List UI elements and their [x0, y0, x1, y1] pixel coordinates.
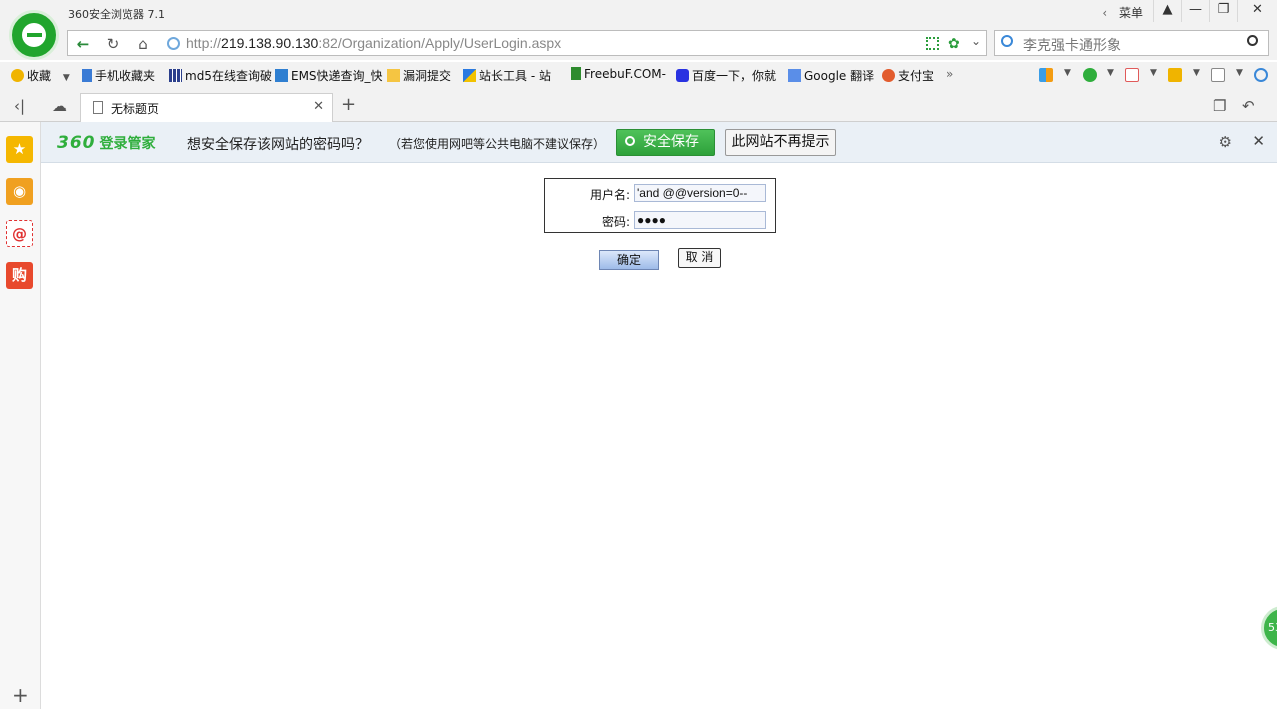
- qr-code-icon[interactable]: [926, 37, 939, 50]
- save-password-question: 想安全保存该网站的密码吗？: [187, 137, 369, 153]
- screenshot-icon[interactable]: [1168, 68, 1182, 82]
- webmaster-icon: [463, 69, 476, 82]
- page-icon: [93, 101, 103, 114]
- freebuf-icon: [571, 67, 581, 80]
- gear-icon[interactable]: ⚙: [1219, 133, 1232, 151]
- refresh-icon[interactable]: ↻: [100, 34, 126, 54]
- shopping-icon[interactable]: 购: [6, 262, 33, 289]
- search-box[interactable]: 李克强卡通形象: [994, 30, 1269, 56]
- bookmark-baidu[interactable]: 百度一下，你就: [676, 67, 776, 84]
- weibo-icon[interactable]: ◉: [6, 178, 33, 205]
- username-field[interactable]: 'and @@version=0--: [634, 184, 766, 202]
- minimize-button[interactable]: —: [1181, 0, 1209, 22]
- password-manager-logo: 360 登录管家: [57, 133, 156, 153]
- mail-icon[interactable]: @: [6, 220, 33, 247]
- menu-label[interactable]: 菜单: [1119, 6, 1143, 20]
- bookmark-webmaster[interactable]: 站长工具 - 站: [463, 67, 551, 84]
- username-row: 用户名: 'and @@version=0--: [545, 181, 775, 203]
- bookmark-google-translate[interactable]: Google 翻译: [788, 67, 874, 84]
- never-for-site-button[interactable]: 此网站不再提示: [725, 129, 836, 156]
- bookmark-favorites[interactable]: 收藏 ▼: [11, 67, 70, 84]
- password-field[interactable]: ●●●●: [634, 211, 766, 229]
- alipay-icon: [882, 69, 895, 82]
- tab-untitled[interactable]: 无标题页 ✕: [80, 93, 333, 123]
- bookmark-ems[interactable]: EMS快递查询_快: [275, 67, 383, 84]
- close-window-button[interactable]: ✕: [1237, 0, 1277, 22]
- translate-icon: [788, 69, 801, 82]
- left-sidebar: ★ ◉ @ 购 +: [0, 122, 41, 709]
- image-dropdown-icon[interactable]: ▼: [1236, 68, 1243, 78]
- leaf-icon[interactable]: ✿: [948, 36, 960, 52]
- search-icon[interactable]: [1247, 35, 1258, 46]
- restore-button[interactable]: ❐: [1209, 0, 1237, 22]
- password-label: 密码:: [601, 215, 630, 229]
- grid-icon: [169, 69, 182, 82]
- floating-speed-badge[interactable]: 53: [1261, 606, 1277, 650]
- cloud-icon[interactable]: ☁: [52, 97, 67, 115]
- cancel-button[interactable]: 取 消: [678, 248, 721, 268]
- home-icon[interactable]: ⌂: [130, 34, 156, 54]
- new-tab-icon[interactable]: +: [341, 94, 356, 115]
- folder-icon: [387, 69, 400, 82]
- apps-icon[interactable]: [1039, 68, 1053, 82]
- add-sidebar-icon[interactable]: +: [12, 683, 29, 707]
- public-computer-hint: （若您使用网吧等公共电脑不建议保存）: [389, 137, 606, 151]
- login-form: 用户名: 'and @@version=0-- 密码: ●●●●: [544, 178, 776, 233]
- phone-icon: [82, 69, 92, 82]
- chevron-down-icon[interactable]: ⌄: [971, 34, 981, 48]
- screenshot-dropdown-icon[interactable]: ▼: [1193, 68, 1200, 78]
- sidebar-toggle-icon[interactable]: ‹|: [14, 97, 25, 115]
- apps-dropdown-icon[interactable]: ▼: [1064, 68, 1071, 78]
- ems-icon: [275, 69, 288, 82]
- save-password-button[interactable]: 安全保存: [616, 129, 715, 156]
- address-bar[interactable]: ← ↻ ⌂ http://219.138.90.130:82/Organizat…: [67, 30, 987, 56]
- bookmark-md5[interactable]: md5在线查询破: [169, 67, 272, 84]
- tab-list-icon[interactable]: ❐: [1213, 97, 1226, 115]
- title-bar: 360安全浏览器 7.1 ‹ 菜单 ▲ — ❐ ✕: [0, 0, 1277, 28]
- key-icon: [625, 136, 635, 146]
- globe-icon: [167, 37, 180, 50]
- bookmark-freebuf[interactable]: FreebuF.COM-: [571, 67, 666, 81]
- tab-strip: ‹| ☁ 无标题页 ✕ + ❐ ↶: [0, 90, 1277, 123]
- close-icon[interactable]: ✕: [1252, 132, 1265, 150]
- back-arrow-icon[interactable]: ←: [70, 34, 96, 54]
- more-bookmarks-icon[interactable]: »: [946, 67, 953, 81]
- image-icon[interactable]: [1211, 68, 1225, 82]
- shield-icon[interactable]: [1083, 68, 1097, 82]
- password-row: 密码: ●●●●: [545, 208, 775, 230]
- shield-dropdown-icon[interactable]: ▼: [1107, 68, 1114, 78]
- navigation-bar: ← ↻ ⌂ http://219.138.90.130:82/Organizat…: [0, 28, 1277, 60]
- skin-icon[interactable]: ▲: [1153, 0, 1181, 22]
- bookmark-vuln[interactable]: 漏洞提交: [387, 67, 451, 84]
- undo-close-icon[interactable]: ↶: [1242, 97, 1255, 115]
- close-tab-icon[interactable]: ✕: [313, 99, 324, 114]
- username-label: 用户名:: [589, 188, 630, 202]
- bookmarks-bar: 收藏 ▼ 手机收藏夹 md5在线查询破 EMS快递查询_快 漏洞提交 站长工具 …: [0, 62, 1277, 90]
- ok-button[interactable]: 确定: [599, 250, 659, 270]
- password-manager-bar: 360 登录管家 想安全保存该网站的密码吗？ （若您使用网吧等公共电脑不建议保存）…: [41, 122, 1277, 163]
- menu-area[interactable]: ‹ 菜单: [1102, 4, 1143, 21]
- pdf-dropdown-icon[interactable]: ▼: [1150, 68, 1157, 78]
- tab-title: 无标题页: [111, 102, 160, 116]
- browser-logo-icon: [9, 10, 59, 60]
- bookmark-mobile[interactable]: 手机收藏夹: [82, 67, 155, 84]
- search-engine-icon[interactable]: [1001, 35, 1013, 47]
- search-input[interactable]: 李克强卡通形象: [1023, 35, 1121, 55]
- zoom-icon[interactable]: [1254, 68, 1268, 82]
- chevron-left-icon[interactable]: ‹: [1102, 6, 1107, 20]
- favorites-star-icon[interactable]: ★: [6, 136, 33, 163]
- baidu-icon: [676, 69, 689, 82]
- bookmark-alipay[interactable]: 支付宝: [882, 67, 934, 84]
- star-add-icon: [11, 69, 24, 82]
- pdf-icon[interactable]: [1125, 68, 1139, 82]
- app-title: 360安全浏览器 7.1: [68, 8, 165, 21]
- url-text[interactable]: http://219.138.90.130:82/Organization/Ap…: [186, 35, 561, 51]
